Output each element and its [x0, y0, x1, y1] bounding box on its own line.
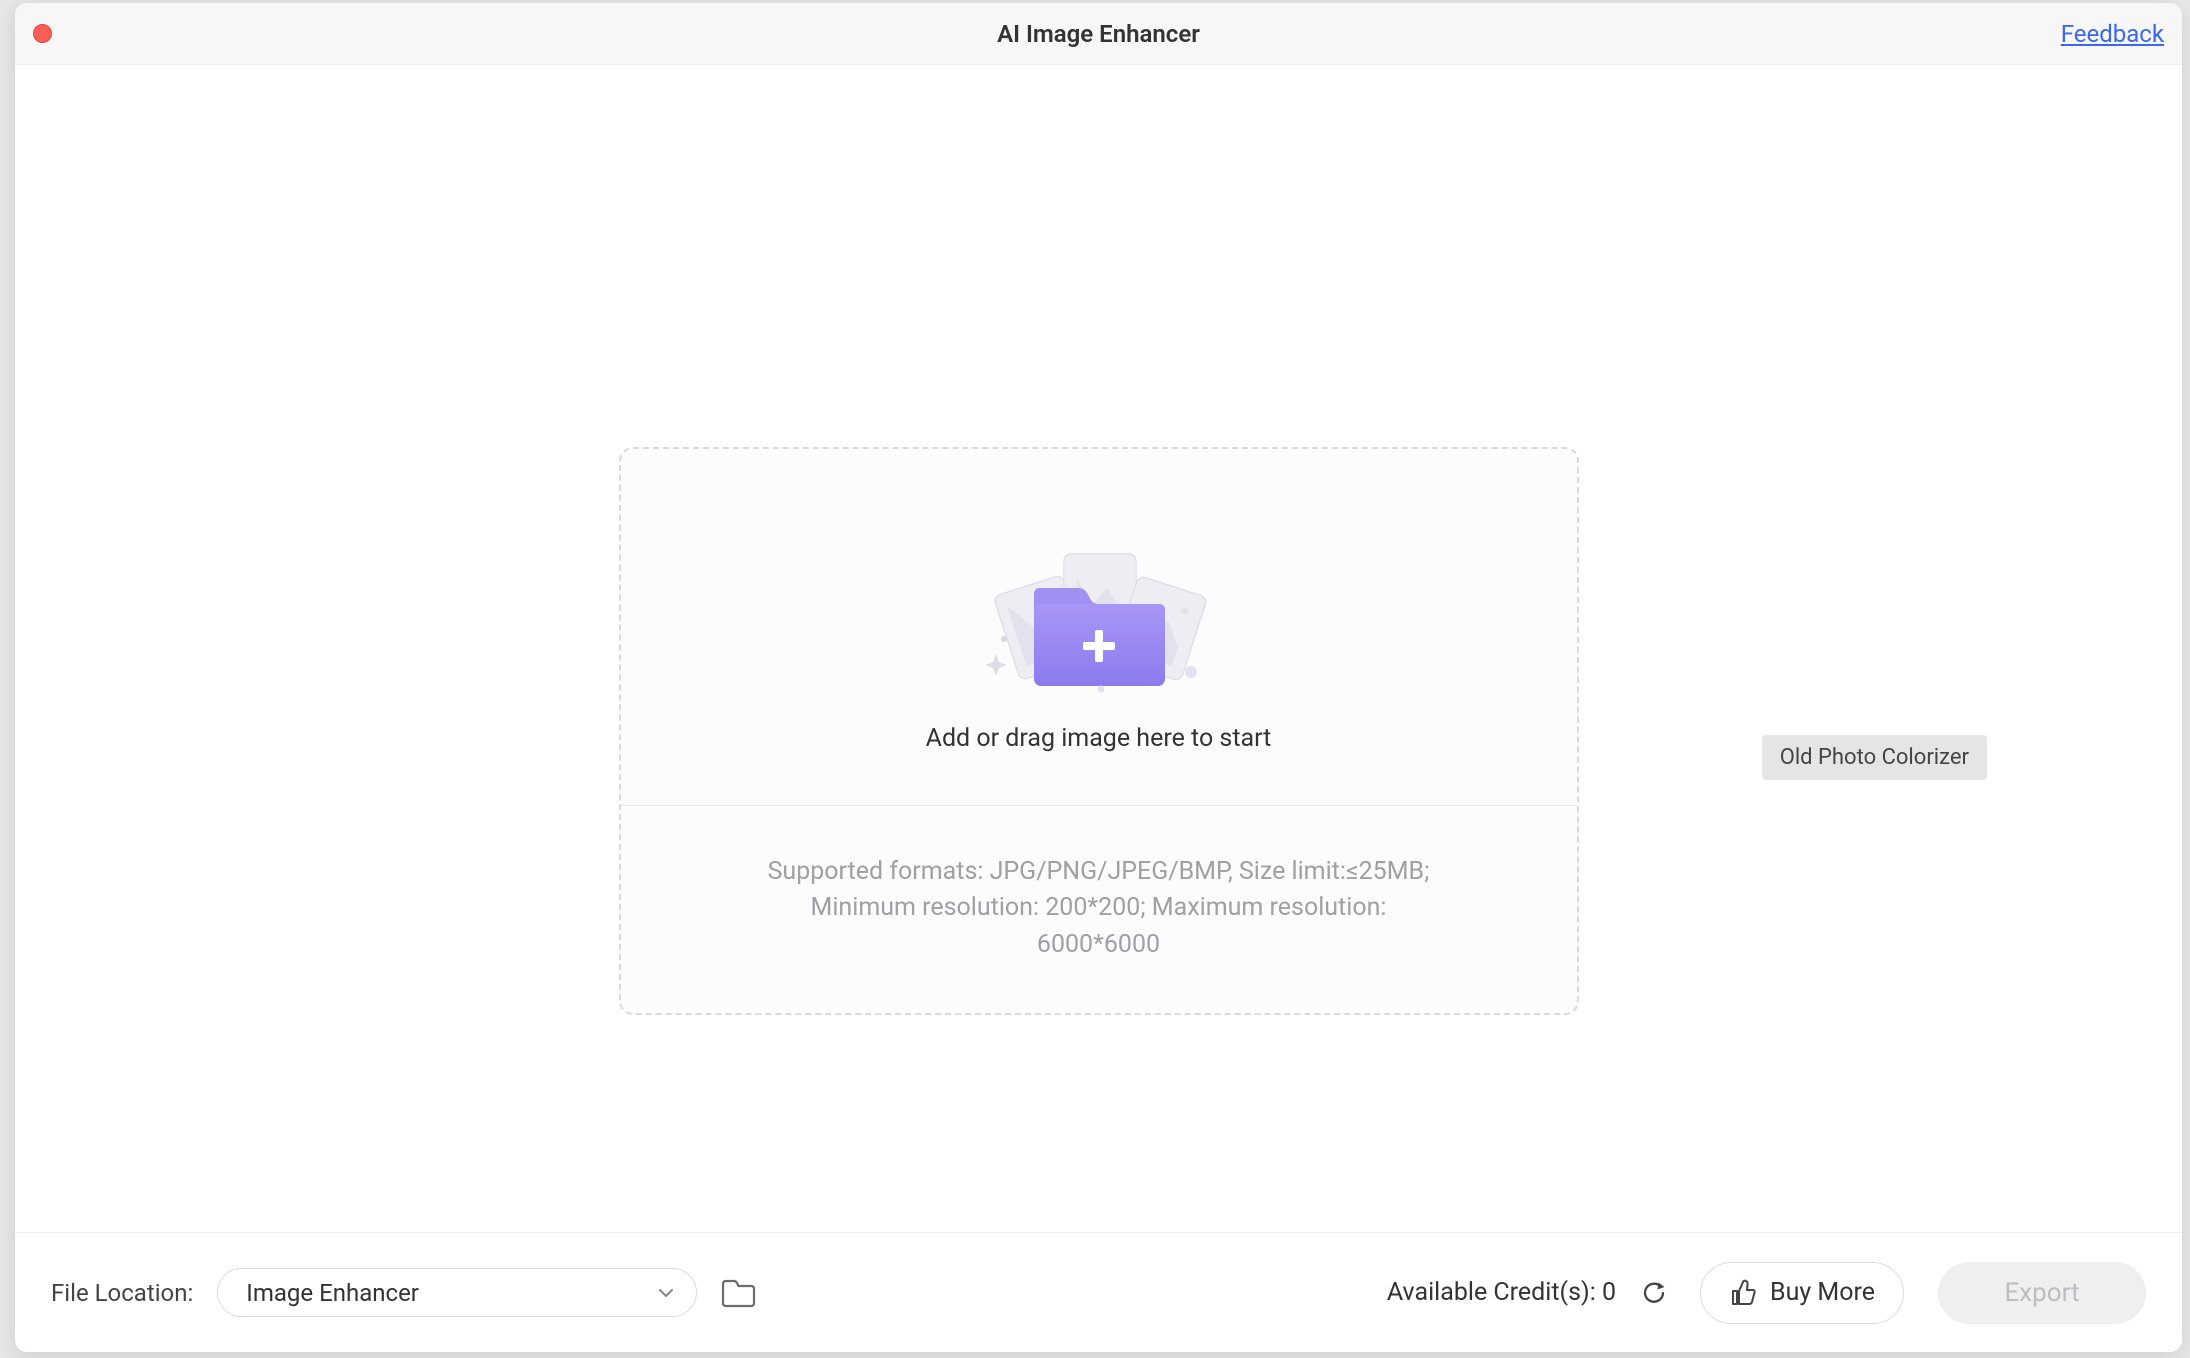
- image-drop-zone[interactable]: Add or drag image here to start Supporte…: [619, 447, 1579, 1015]
- app-window: AI Image Enhancer Feedback: [15, 3, 2182, 1352]
- supported-formats-text: Supported formats: JPG/PNG/JPEG/BMP, Siz…: [768, 854, 1430, 963]
- supported-line-1: Supported formats: JPG/PNG/JPEG/BMP, Siz…: [768, 857, 1430, 886]
- file-location-value: Image Enhancer: [246, 1279, 658, 1307]
- main-content: Add or drag image here to start Supporte…: [15, 65, 2182, 1232]
- export-button[interactable]: Export: [1938, 1262, 2146, 1324]
- tooltip-old-photo-colorizer: Old Photo Colorizer: [1762, 735, 1987, 780]
- add-folder-icon: [969, 534, 1229, 694]
- supported-line-2: Minimum resolution: 200*200; Maximum res…: [811, 893, 1387, 922]
- file-location-label: File Location:: [51, 1279, 193, 1307]
- credits-value: 0: [1602, 1278, 1616, 1307]
- chevron-down-icon: [658, 1284, 674, 1302]
- credits-text: Available Credit(s): 0: [1387, 1278, 1616, 1307]
- supported-line-3: 6000*6000: [1037, 930, 1160, 959]
- footer-bar: File Location: Image Enhancer Available …: [15, 1232, 2182, 1352]
- credits-label: Available Credit(s):: [1387, 1278, 1602, 1307]
- file-location-select[interactable]: Image Enhancer: [217, 1268, 697, 1317]
- drop-instruction-text: Add or drag image here to start: [926, 724, 1272, 753]
- open-folder-button[interactable]: [721, 1275, 756, 1310]
- drop-zone-info: Supported formats: JPG/PNG/JPEG/BMP, Siz…: [621, 806, 1577, 1013]
- title-bar: AI Image Enhancer Feedback: [15, 3, 2182, 65]
- window-title: AI Image Enhancer: [997, 20, 1200, 48]
- refresh-credits-button[interactable]: [1640, 1279, 1668, 1307]
- drop-zone-upper: Add or drag image here to start: [621, 449, 1577, 806]
- thumbs-up-icon: [1729, 1278, 1758, 1307]
- buy-more-label: Buy More: [1770, 1278, 1875, 1307]
- close-window-button[interactable]: [33, 24, 52, 43]
- buy-more-button[interactable]: Buy More: [1700, 1262, 1904, 1324]
- window-controls: [33, 24, 52, 43]
- feedback-link[interactable]: Feedback: [2061, 20, 2164, 48]
